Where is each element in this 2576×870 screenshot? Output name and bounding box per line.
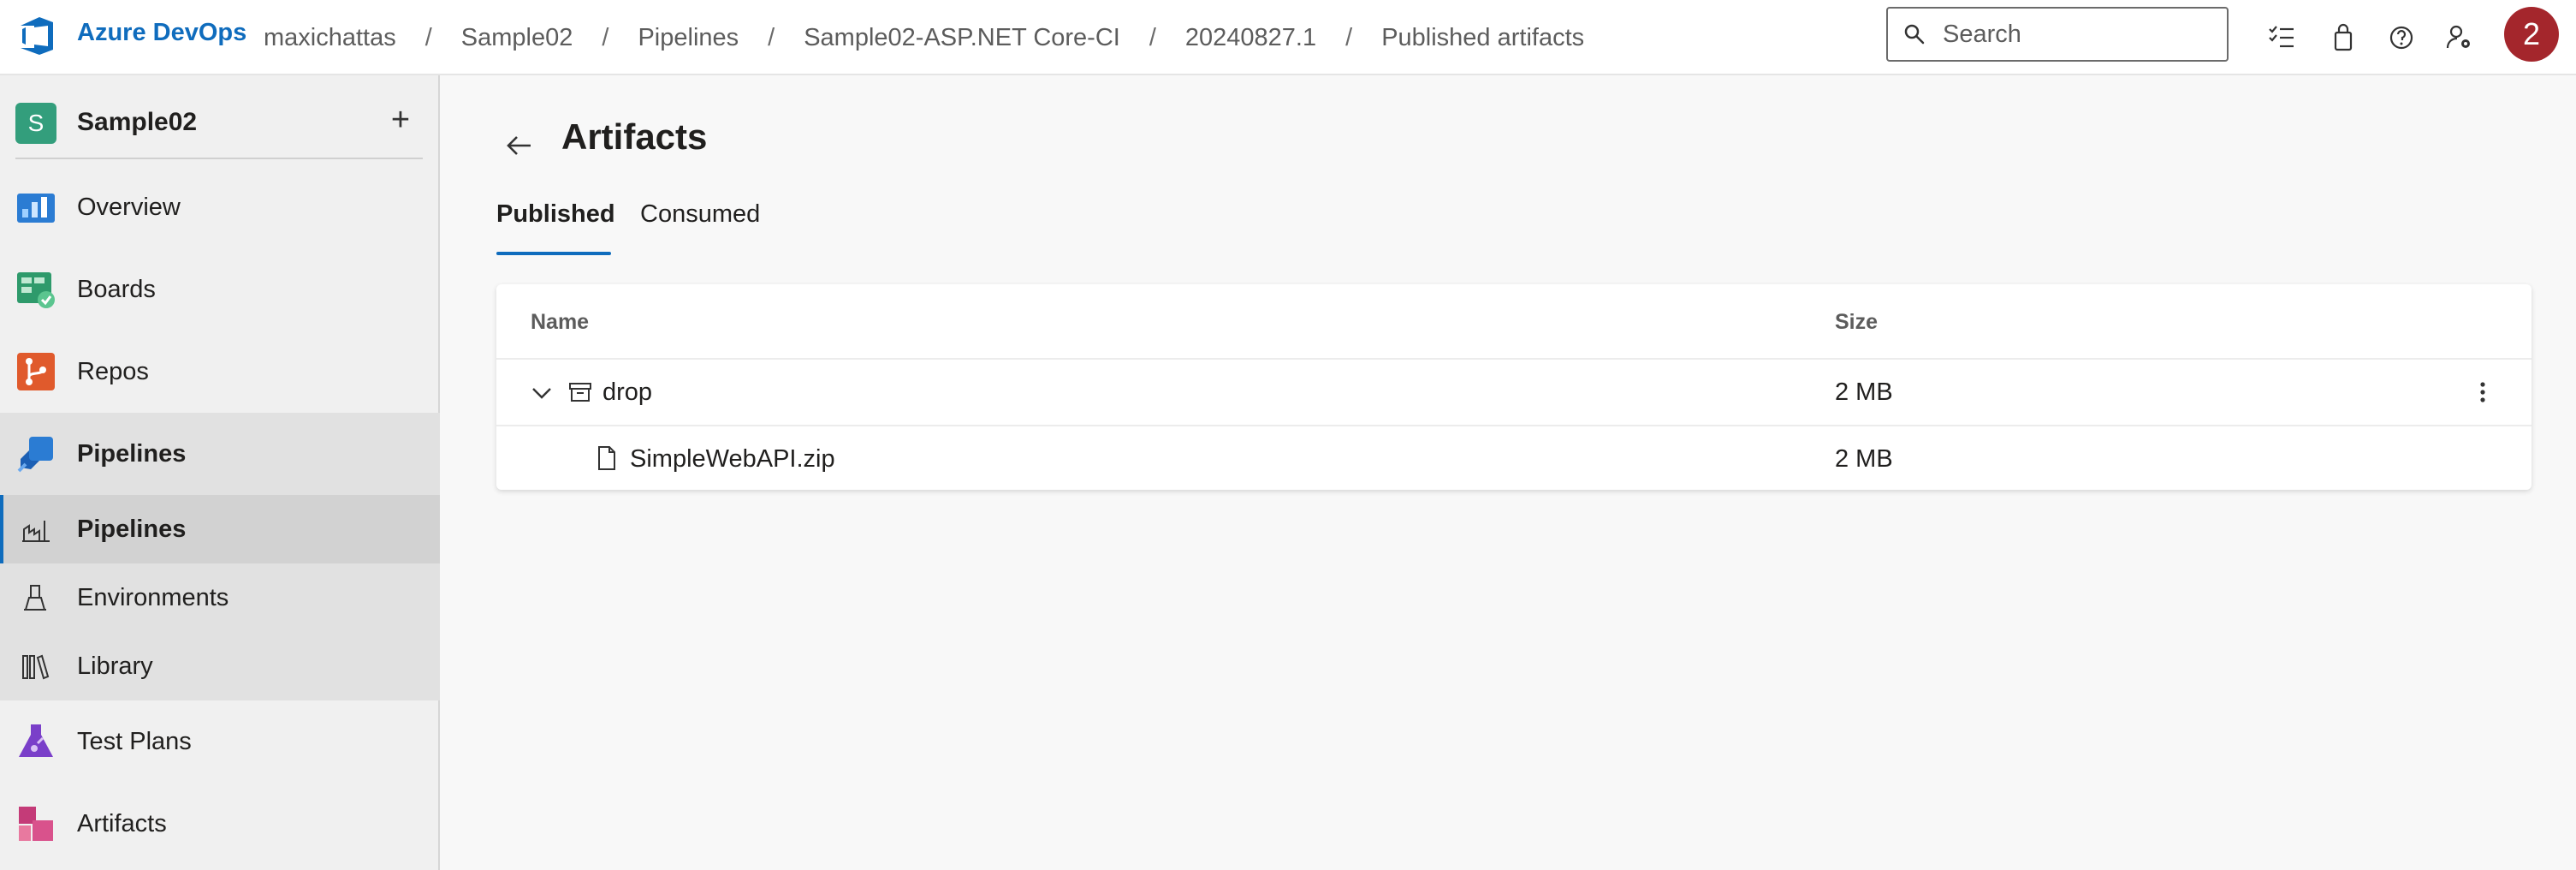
search-input[interactable] xyxy=(1943,20,2217,49)
shopping-bag-icon[interactable] xyxy=(2326,21,2360,55)
file-icon xyxy=(598,446,615,470)
project-avatar: S xyxy=(15,103,56,144)
breadcrumb-separator: / xyxy=(1345,23,1353,51)
sidebar-subitem-label: Library xyxy=(77,652,153,680)
task-list-icon[interactable] xyxy=(2264,21,2299,55)
breadcrumb-separator: / xyxy=(424,23,432,51)
selected-tab-indicator xyxy=(496,252,611,255)
user-avatar[interactable]: 2 xyxy=(2504,7,2559,62)
top-bar: Azure DevOps maxichattas / Sample02 / Pi… xyxy=(0,0,2576,75)
column-header-name[interactable]: Name xyxy=(531,310,589,335)
breadcrumb-project[interactable]: Sample02 xyxy=(461,24,573,52)
page-title: Artifacts xyxy=(561,116,708,157)
artifact-package-icon xyxy=(569,383,591,402)
column-header-size[interactable]: Size xyxy=(1835,310,1878,335)
table-row[interactable]: SimpleWebAPI.zip 2 MB xyxy=(496,425,2531,490)
pipelines-icon xyxy=(17,437,53,473)
pipelines-sub-icon xyxy=(22,521,50,542)
divider xyxy=(15,158,423,159)
search-icon xyxy=(1904,24,1925,45)
help-icon[interactable] xyxy=(2384,21,2419,55)
back-arrow-icon[interactable] xyxy=(502,128,536,163)
sidebar-item-label: Overview xyxy=(77,193,181,221)
breadcrumb-current-page: Published artifacts xyxy=(1381,23,1585,51)
sidebar-item-repos[interactable]: Repos xyxy=(0,331,440,413)
sidebar-item-test-plans[interactable]: Test Plans xyxy=(0,700,440,783)
breadcrumb: maxichattas / Sample02 / Pipelines / Sam… xyxy=(264,0,1584,75)
search-box[interactable] xyxy=(1886,7,2229,62)
file-size: 2 MB xyxy=(1835,445,1893,473)
more-options-icon[interactable] xyxy=(2470,377,2496,408)
sidebar-item-label: Test Plans xyxy=(77,727,192,755)
project-header[interactable]: S Sample02 + xyxy=(0,91,440,152)
table-row[interactable]: drop 2 MB xyxy=(496,358,2531,423)
azure-devops-logo-icon[interactable] xyxy=(15,14,60,58)
breadcrumb-pipelines[interactable]: Pipelines xyxy=(638,24,739,52)
breadcrumb-separator: / xyxy=(602,23,609,51)
sidebar-subitem-label: Environments xyxy=(77,583,229,611)
brand-name[interactable]: Azure DevOps xyxy=(77,19,246,47)
environments-icon xyxy=(24,585,46,611)
sidebar-item-label: Boards xyxy=(77,275,156,303)
artifact-size: 2 MB xyxy=(1835,378,1893,406)
sidebar-subitem-pipelines[interactable]: Pipelines xyxy=(0,495,440,563)
sidebar-item-label: Repos xyxy=(77,357,149,385)
sidebar-subitem-label: Pipelines xyxy=(77,515,187,543)
breadcrumb-separator: / xyxy=(768,23,775,51)
breadcrumb-separator: / xyxy=(1149,23,1156,51)
artifact-name[interactable]: drop xyxy=(602,378,652,407)
sidebar-item-artifacts[interactable]: Artifacts xyxy=(0,783,440,865)
sidebar-subitem-environments[interactable]: Environments xyxy=(0,563,440,632)
tab-consumed[interactable]: Consumed xyxy=(640,200,760,229)
project-name[interactable]: Sample02 xyxy=(77,108,197,137)
sidebar-item-boards[interactable]: Boards xyxy=(0,248,440,331)
overview-icon xyxy=(17,194,55,223)
tab-published[interactable]: Published xyxy=(496,200,615,229)
sidebar-subitem-library[interactable]: Library xyxy=(0,632,440,700)
sidebar-item-label: Pipelines xyxy=(77,439,187,468)
artifacts-table: Name Size drop 2 MB SimpleWebAPI.zip 2 M… xyxy=(496,284,2531,490)
artifacts-icon xyxy=(19,807,53,841)
repos-icon xyxy=(17,353,55,390)
add-icon[interactable]: + xyxy=(383,103,418,137)
boards-icon xyxy=(17,272,55,308)
breadcrumb-pipeline-name[interactable]: Sample02-ASP.NET Core-CI xyxy=(804,24,1120,52)
file-name[interactable]: SimpleWebAPI.zip xyxy=(630,445,835,474)
sidebar-item-pipelines[interactable]: Pipelines xyxy=(0,413,440,495)
sidebar: S Sample02 + Overview Boards Repos Pipel… xyxy=(0,75,440,870)
test-plans-icon xyxy=(19,724,53,757)
sidebar-item-label: Artifacts xyxy=(77,809,167,837)
chevron-down-icon[interactable] xyxy=(529,380,555,406)
breadcrumb-run[interactable]: 20240827.1 xyxy=(1185,24,1316,52)
sidebar-item-overview[interactable]: Overview xyxy=(0,166,440,248)
user-settings-icon[interactable] xyxy=(2442,21,2477,55)
breadcrumb-organization[interactable]: maxichattas xyxy=(264,24,396,52)
library-icon xyxy=(22,654,50,680)
